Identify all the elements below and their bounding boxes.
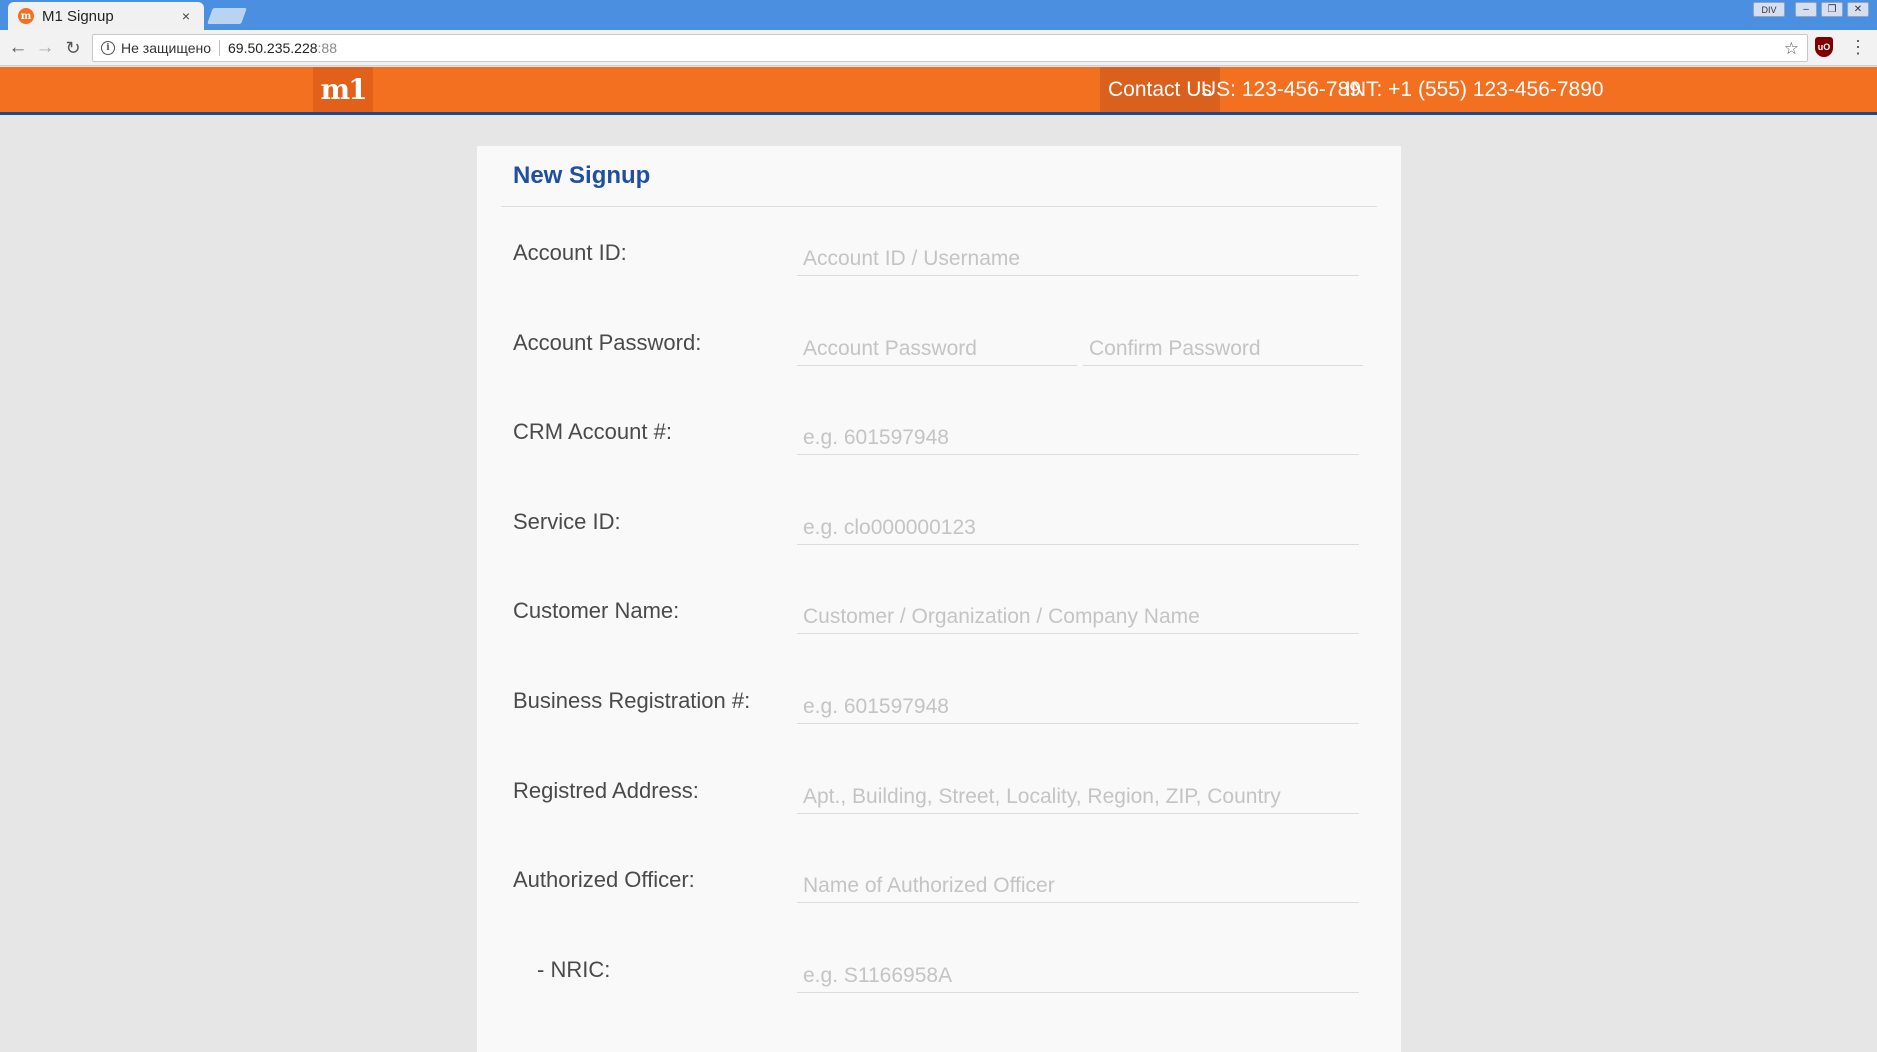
nric-label: - NRIC: — [537, 957, 611, 982]
window-controls: DIV – ❐ ✕ — [1753, 2, 1869, 17]
security-label[interactable]: Не защищено — [121, 40, 211, 56]
confirm-password-input[interactable] — [1083, 332, 1363, 366]
page-title: New Signup — [513, 162, 651, 189]
nric-row: - NRIC: — [477, 957, 1401, 1017]
service-id-input[interactable] — [797, 511, 1359, 545]
signup-panel: New Signup Account ID: Account Password:… — [477, 146, 1401, 1052]
nric-input[interactable] — [797, 959, 1359, 993]
browser-tab[interactable]: m M1 Signup × — [8, 2, 204, 30]
customer-name-input[interactable] — [797, 600, 1359, 634]
customer-name-row: Customer Name: — [477, 598, 1401, 658]
registered-address-input[interactable] — [797, 780, 1359, 814]
divider — [501, 206, 1377, 207]
account-id-row: Account ID: — [477, 240, 1401, 300]
address-bar[interactable]: i Не защищено 69.50.235.228 :88 ☆ — [92, 34, 1808, 62]
business-registration-input[interactable] — [797, 690, 1359, 724]
authorized-officer-label: Authorized Officer: — [513, 867, 695, 892]
reload-icon[interactable]: ↻ — [61, 36, 85, 60]
phone-us: US: 123-456-789 — [1201, 77, 1361, 101]
close-window-icon[interactable]: ✕ — [1847, 2, 1869, 17]
crm-account-input[interactable] — [797, 421, 1359, 455]
restore-icon[interactable]: ❐ — [1821, 2, 1843, 17]
account-password-input[interactable] — [797, 332, 1077, 366]
account-password-label: Account Password: — [513, 330, 702, 355]
back-icon[interactable]: ← — [6, 36, 30, 60]
minimize-icon[interactable]: – — [1795, 2, 1817, 17]
crm-account-row: CRM Account #: — [477, 419, 1401, 479]
account-id-label: Account ID: — [513, 240, 627, 265]
business-registration-label: Business Registration #: — [513, 688, 751, 713]
business-registration-row: Business Registration #: — [477, 688, 1401, 748]
service-id-label: Service ID: — [513, 509, 621, 534]
url-separator — [219, 40, 220, 56]
site-header: m1 Contact Us US: 123-456-789 INT: +1 (5… — [0, 67, 1877, 115]
customer-name-label: Customer Name: — [513, 598, 680, 623]
authorized-officer-row: Authorized Officer: — [477, 867, 1401, 927]
phone-int: INT: +1 (555) 123-456-7890 — [1345, 77, 1604, 101]
site-logo[interactable]: m1 — [313, 67, 373, 112]
url-host: 69.50.235.228 — [228, 40, 318, 56]
extension-shield-icon[interactable]: uO — [1815, 37, 1833, 57]
browser-toolbar: ← → ↻ i Не защищено 69.50.235.228 :88 ☆ — [0, 30, 1877, 66]
forward-icon[interactable]: → — [33, 36, 57, 60]
logo-text: m1 — [320, 73, 367, 106]
crm-account-label: CRM Account #: — [513, 419, 672, 444]
info-icon[interactable]: i — [101, 41, 115, 55]
bookmark-star-icon[interactable]: ☆ — [1784, 39, 1799, 59]
div-button[interactable]: DIV — [1753, 2, 1785, 17]
registered-address-row: Registred Address: — [477, 778, 1401, 838]
account-id-input[interactable] — [797, 242, 1359, 276]
new-tab-button[interactable] — [207, 8, 247, 24]
browser-title-bar: m M1 Signup × DIV – ❐ ✕ — [0, 0, 1877, 30]
tab-title: M1 Signup — [42, 7, 114, 25]
browser-menu-icon[interactable]: ⋮ — [1849, 36, 1867, 58]
registered-address-label: Registred Address: — [513, 778, 699, 803]
authorized-officer-input[interactable] — [797, 869, 1359, 903]
favicon-icon: m — [18, 8, 34, 24]
tab-close-icon[interactable]: × — [178, 8, 194, 24]
account-password-row: Account Password: — [477, 330, 1401, 390]
service-id-row: Service ID: — [477, 509, 1401, 569]
url-port: :88 — [317, 40, 337, 56]
